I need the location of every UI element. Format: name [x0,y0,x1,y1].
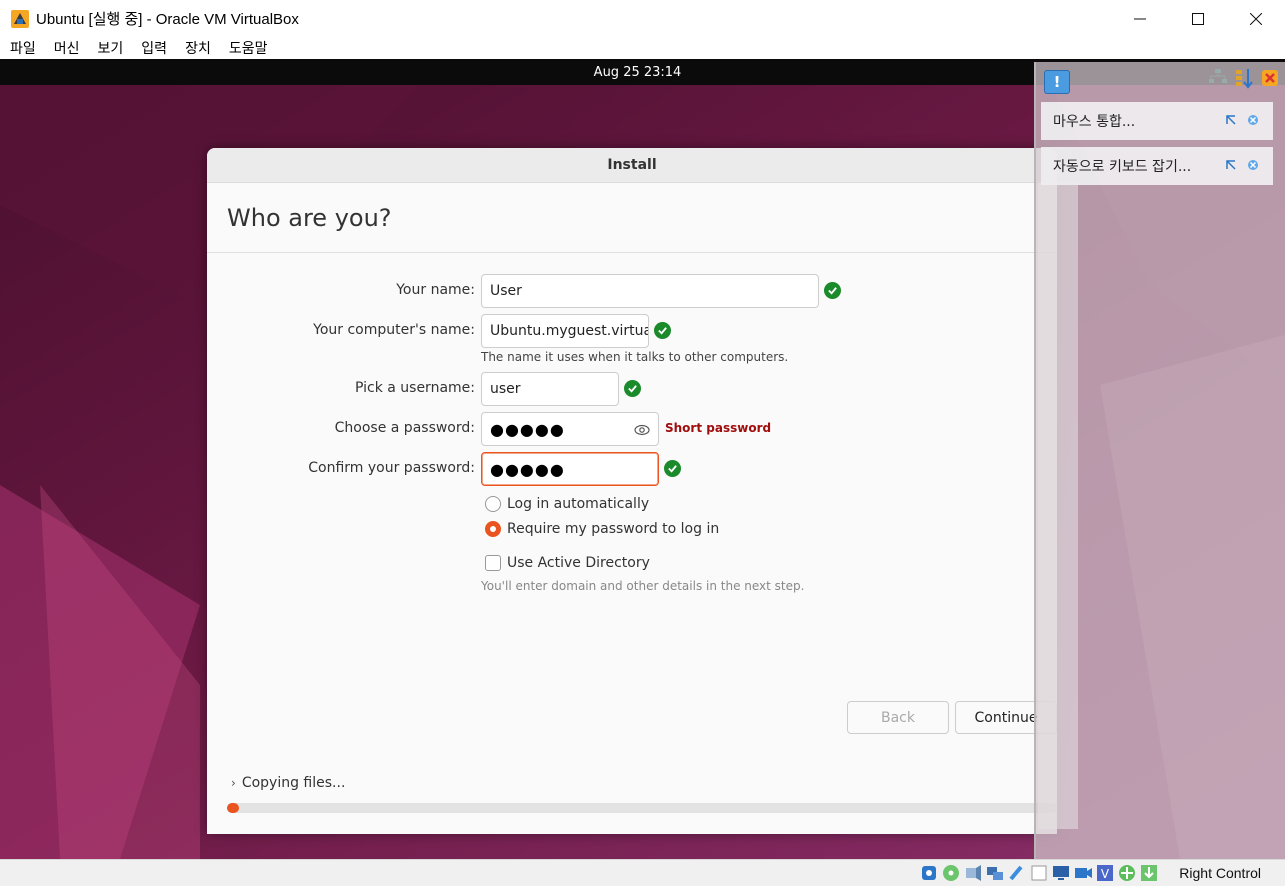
minimize-icon [1134,18,1146,19]
dialog-titlebar: Install [207,148,1057,183]
auto-login-option[interactable]: Log in automatically [485,496,649,512]
vm-display[interactable]: Aug 25 23:14 Install Who are you? Your n… [0,59,1285,859]
window-titlebar: Ubuntu [실행 중] - Oracle VM VirtualBox [0,0,1285,37]
notification-text: 마우스 통합... [1053,114,1136,130]
confirm-password-row: Confirm your password: ●●●●● [207,452,1057,486]
password-row: Choose a password: ●●●●● Short password [207,412,1057,446]
computer-name-label: Your computer's name: [313,322,475,338]
page-heading: Who are you? [227,203,392,232]
active-directory-checkbox[interactable] [485,555,501,571]
require-password-radio[interactable] [485,521,501,537]
name-input[interactable]: User [481,274,819,308]
password-value: ●●●●● [490,419,565,439]
username-label: Pick a username: [354,380,475,396]
menu-file[interactable]: 파일 [10,38,36,58]
display-icon[interactable] [1051,863,1071,883]
menu-view[interactable]: 보기 [98,38,124,58]
install-dialog: Install Who are you? Your name: User You… [207,148,1057,834]
network-tree-icon[interactable] [1207,66,1229,90]
auto-login-radio[interactable] [485,496,501,512]
menu-devices[interactable]: 장치 [185,38,211,58]
vbox-status-bar: V Right Control [0,859,1285,886]
menu-help[interactable]: 도움말 [229,38,268,58]
confirm-password-value: ●●●●● [490,459,565,479]
menu-input[interactable]: 입력 [141,38,167,58]
username-row: Pick a username: user [207,372,1057,406]
virtualization-icon[interactable]: V [1095,863,1115,883]
minimize-button[interactable] [1111,0,1169,37]
computer-name-hint: The name it uses when it talks to other … [481,350,789,364]
name-valid-icon [824,282,841,299]
confirm-password-input[interactable]: ●●●●● [481,452,659,486]
confirm-password-label: Confirm your password: [308,460,475,476]
chevron-right-icon: › [231,776,236,790]
close-icon[interactable] [1247,159,1259,171]
svg-text:V: V [1101,867,1110,881]
guest-additions-icon[interactable] [1117,863,1137,883]
password-input[interactable]: ●●●●● [481,412,659,446]
maximize-icon [1192,12,1204,25]
username-valid-icon [624,380,641,397]
notification-text: 자동으로 키보드 잡기... [1053,159,1192,175]
progress-label: Copying files... [241,775,346,791]
window-title: Ubuntu [실행 중] - Oracle VM VirtualBox [36,11,299,28]
vbox-notification-panel: ! 마우스 통합... 자동으로 키보드 잡기... [1034,62,1285,859]
back-button[interactable]: Back [847,701,949,734]
menu-bar: 파일 머신 보기 입력 장치 도움말 [0,37,1285,59]
optical-drive-icon[interactable] [941,863,961,883]
host-key-label[interactable]: Right Control [1179,865,1261,881]
maximize-button[interactable] [1169,0,1227,37]
close-button[interactable] [1227,0,1285,37]
virtualbox-app-icon [10,9,30,29]
audio-icon[interactable] [963,863,983,883]
notification-keyboard-capture[interactable]: 자동으로 키보드 잡기... [1041,147,1273,185]
video-capture-icon[interactable] [1073,863,1093,883]
username-input[interactable]: user [481,372,619,406]
progress-expander[interactable]: › Copying files... [231,775,345,791]
notification-center-icon[interactable]: ! [1044,70,1070,94]
name-row: Your name: User [207,274,1057,308]
notification-panel-strip [1038,182,1078,829]
install-progress-fill [227,803,240,813]
computer-name-input[interactable]: Ubuntu.myguest.virtua [481,314,649,348]
usb-icon[interactable] [1007,863,1027,883]
computer-name-valid-icon [654,322,671,339]
toggle-icon[interactable] [1225,159,1237,171]
clock[interactable]: Aug 25 23:14 [594,65,682,80]
password-label: Choose a password: [334,420,475,436]
require-password-option[interactable]: Require my password to log in [485,521,719,537]
active-directory-label: Use Active Directory [507,555,650,571]
dismiss-all-icon[interactable] [1259,66,1281,90]
shared-folder-icon[interactable] [1029,863,1049,883]
show-password-icon[interactable] [634,422,650,438]
close-icon[interactable] [1247,114,1259,126]
hard-disk-icon[interactable] [919,863,939,883]
password-strength: Short password [665,421,772,435]
name-label: Your name: [396,282,475,298]
notification-mouse-integration[interactable]: 마우스 통합... [1041,102,1273,140]
active-directory-option[interactable]: Use Active Directory [485,555,650,571]
close-icon [1250,12,1262,25]
auto-login-label: Log in automatically [507,496,650,512]
dialog-title: Install [607,157,657,173]
active-directory-hint: You'll enter domain and other details in… [481,579,805,593]
install-progress-bar [227,803,1057,813]
sort-order-icon[interactable] [1233,66,1255,90]
network-icon[interactable] [985,863,1005,883]
confirm-password-valid-icon [664,460,681,477]
dialog-heading-area: Who are you? [207,183,1057,253]
computer-name-row: Your computer's name: Ubuntu.myguest.vir… [207,314,1057,348]
menu-machine[interactable]: 머신 [54,38,80,58]
keyboard-capture-icon[interactable] [1139,863,1159,883]
require-password-label: Require my password to log in [507,521,720,537]
toggle-icon[interactable] [1225,114,1237,126]
